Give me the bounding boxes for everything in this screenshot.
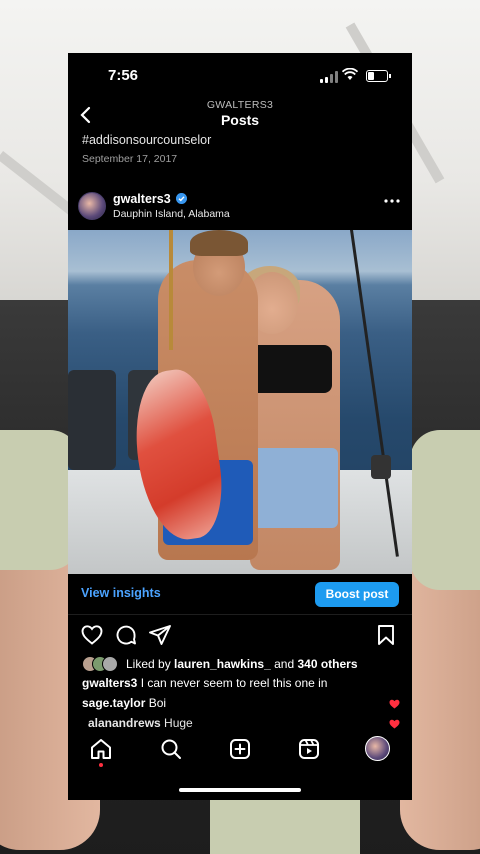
likes-summary[interactable]: Liked by lauren_hawkins_ and 340 others [82,656,358,672]
verified-badge-icon [176,193,187,204]
home-indicator [179,788,301,792]
status-bar: 7:56 [68,53,412,99]
comment-username[interactable]: sage.taylor [82,696,145,710]
liked-by-user[interactable]: lauren_hawkins_ [174,657,271,671]
send-icon[interactable] [148,623,172,647]
gaff-pole [169,230,173,350]
insights-bar: View insights Boost post [68,574,412,615]
reels-icon[interactable] [297,737,321,761]
comment-like-heart-icon[interactable] [389,699,400,709]
shirt [210,800,360,854]
comment-username[interactable]: alanandrews [88,716,161,730]
denim-shorts [250,448,338,528]
liked-by-count[interactable]: 340 others [297,657,357,671]
caption-text: I can never seem to reel this one in [140,676,328,690]
comment: alanandrews Huge [88,716,193,730]
more-horizontal-icon[interactable] [384,198,400,204]
add-post-icon[interactable] [228,737,252,761]
bikini-top [250,345,332,393]
status-time: 7:56 [108,67,139,84]
signal-icon [320,71,338,83]
notification-dot [99,763,103,767]
caption-username[interactable]: gwalters3 [82,676,137,690]
bottom-tab-bar [68,731,412,771]
avatar[interactable] [78,192,106,220]
wifi-icon [342,68,358,80]
comment-text: Boi [148,696,167,710]
boat-engine [68,370,116,470]
liked-by-and: and [274,657,295,671]
battery-icon [366,70,391,82]
hair [190,230,248,256]
post-actions [68,619,412,651]
view-insights-link[interactable]: View insights [81,586,161,600]
previous-post-caption[interactable]: #addisonsourcounselor [82,133,211,147]
page-title: Posts [220,112,260,128]
right-sleeve [410,430,480,590]
phone-screen: 7:56 GWALTERS3 Posts #addisonsourcounsel… [68,53,412,800]
heart-icon[interactable] [80,623,104,647]
profile-avatar[interactable] [365,736,390,761]
bookmark-icon[interactable] [374,623,398,647]
post-location[interactable]: Dauphin Island, Alabama [113,208,230,220]
fishing-reel [371,455,391,479]
liker-avatars [82,656,122,672]
previous-post-date: September 17, 2017 [82,153,178,165]
home-icon[interactable] [89,737,113,761]
liked-by-prefix: Liked by [126,657,171,671]
comment: sage.taylor Boi [82,696,166,710]
search-icon[interactable] [159,737,183,761]
post-photo[interactable] [68,230,412,574]
post-caption: gwalters3 I can never seem to reel this … [82,676,402,690]
post-header: gwalters3 Dauphin Island, Alabama [68,189,412,229]
header-username: GWALTERS3 [206,99,274,111]
post-username[interactable]: gwalters3 [113,192,171,206]
boost-post-button[interactable]: Boost post [315,582,399,607]
comment-like-heart-icon[interactable] [389,719,400,729]
header-bar: GWALTERS3 Posts [68,97,412,133]
comment-icon[interactable] [114,623,138,647]
comment-text: Huge [164,716,193,730]
